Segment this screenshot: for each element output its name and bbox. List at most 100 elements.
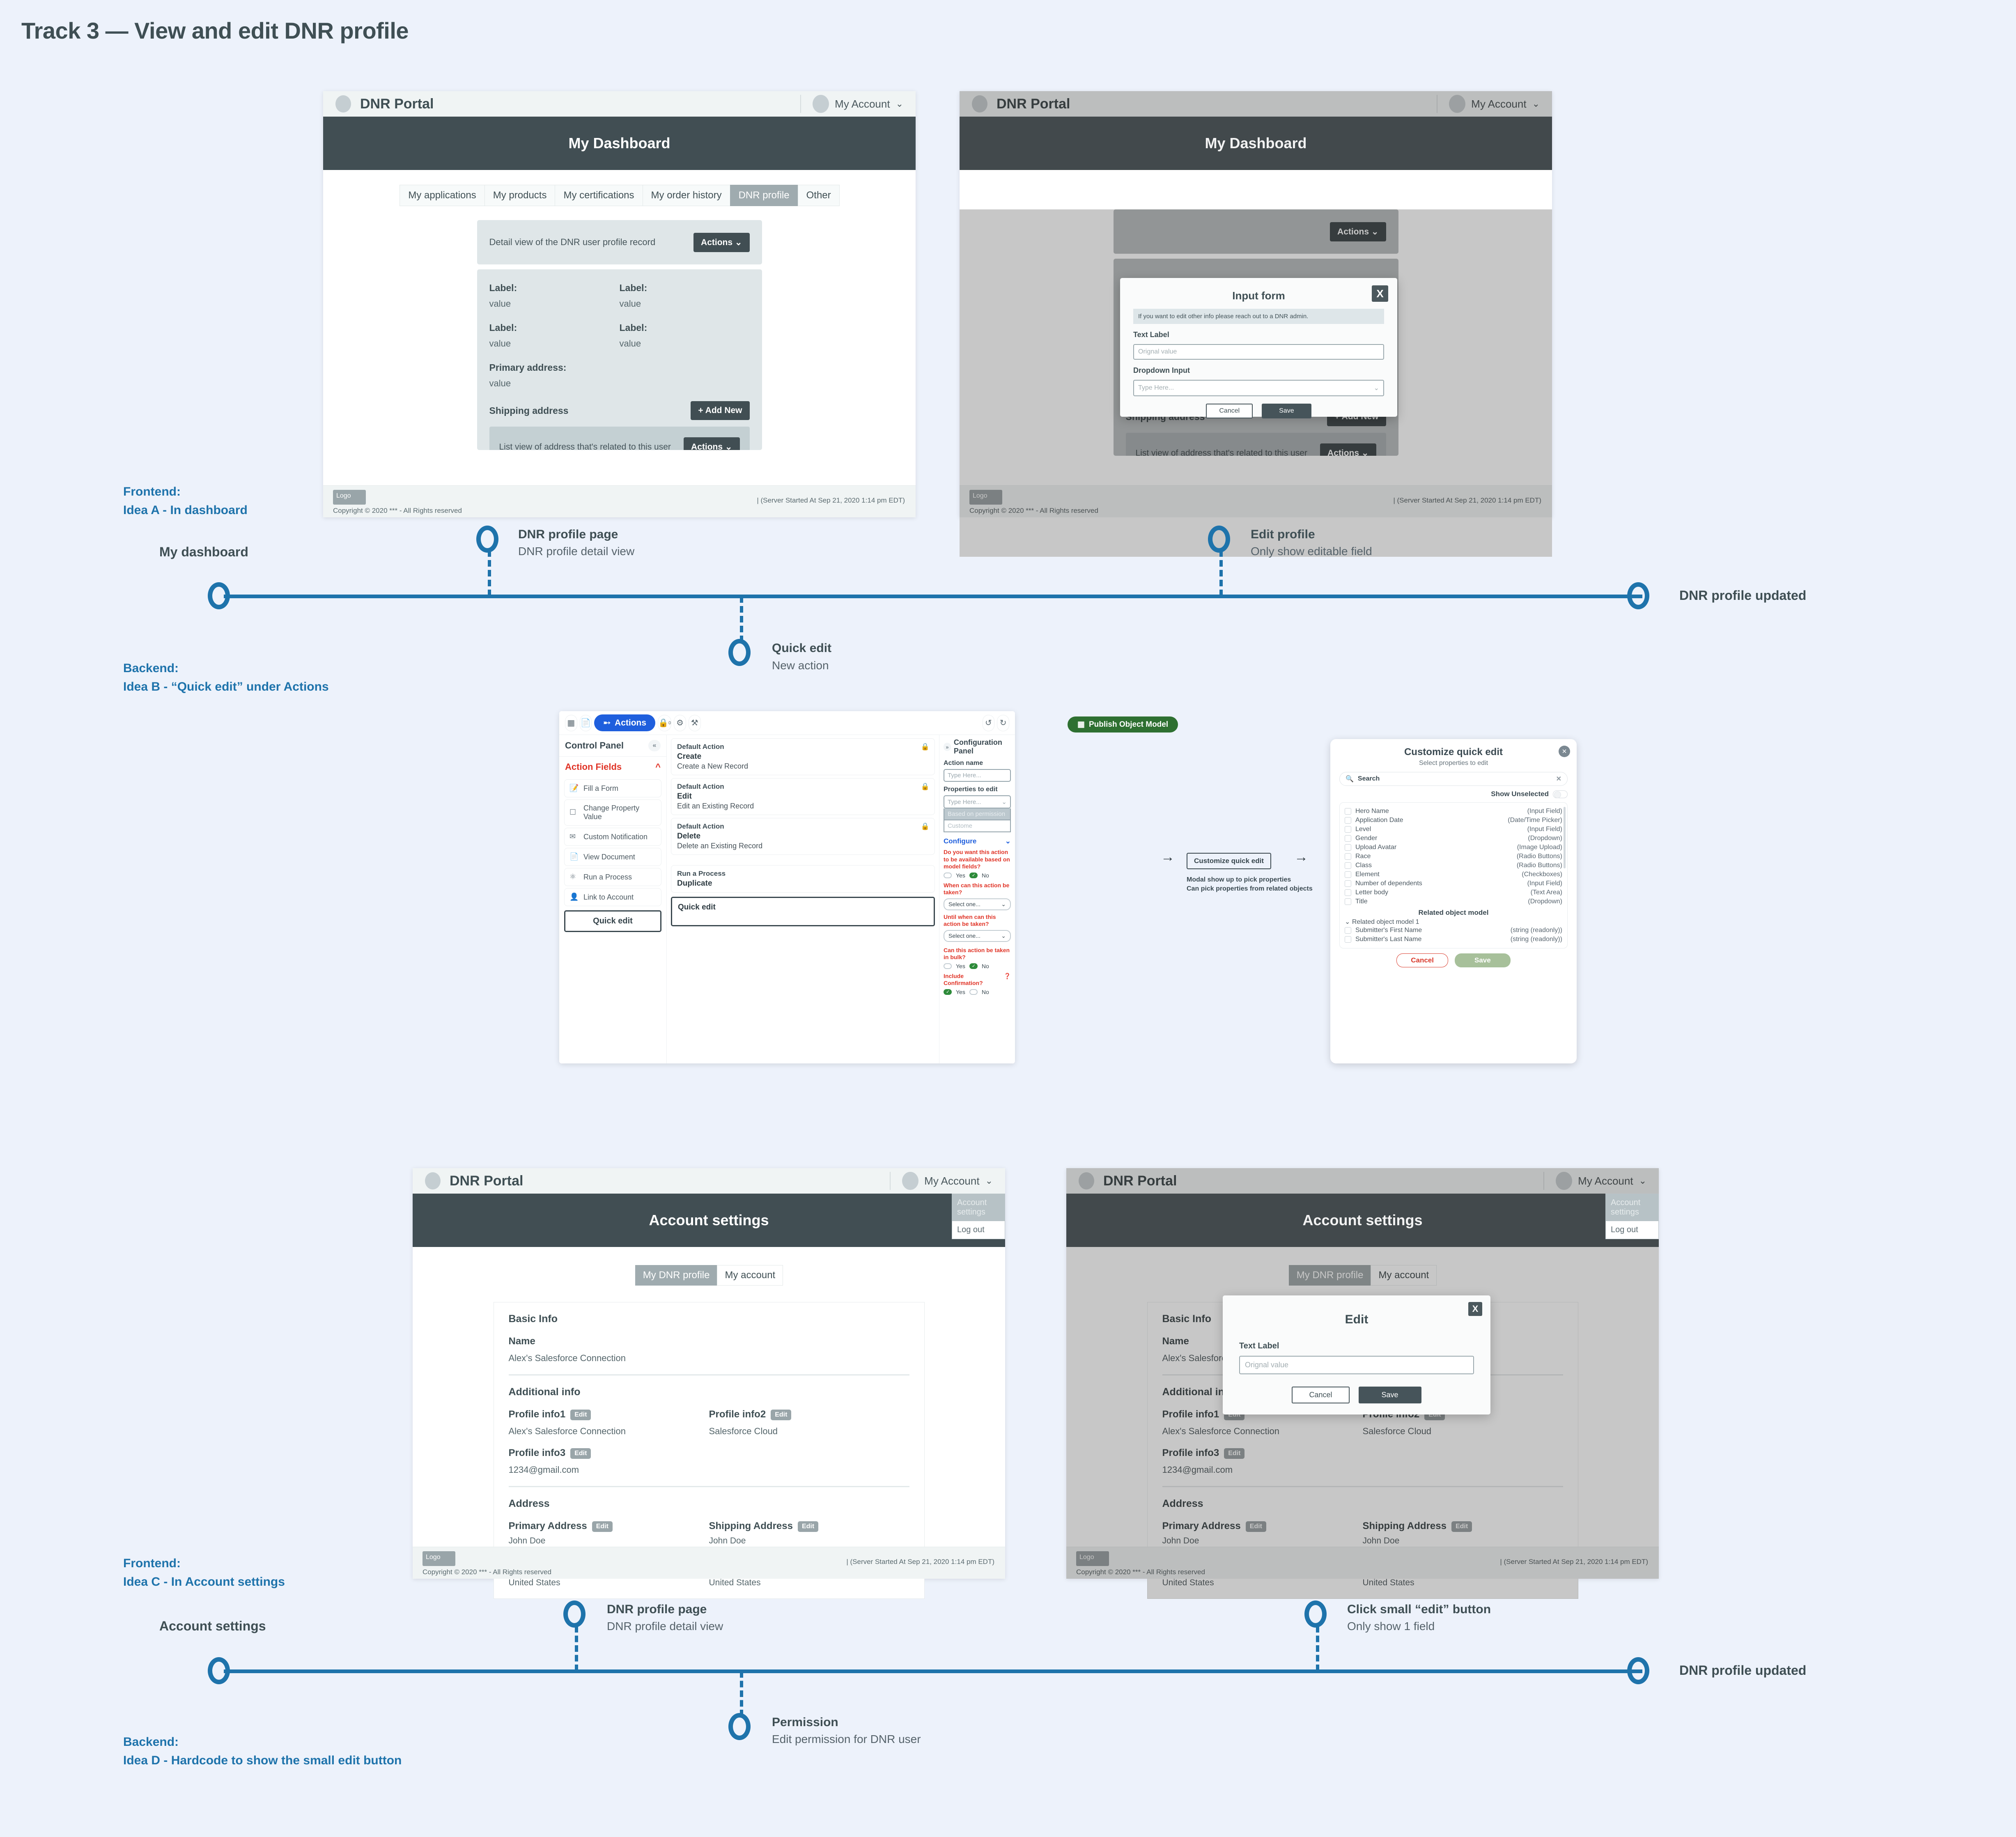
- redo-icon[interactable]: ↻: [997, 714, 1009, 731]
- actions-button[interactable]: Actions ⌄: [693, 232, 750, 252]
- tab-dnr-profile[interactable]: DNR profile: [730, 185, 798, 206]
- tab-my-applications[interactable]: My applications: [400, 185, 485, 206]
- action-field-run-a-process[interactable]: ⚛ Run a Process: [564, 868, 661, 886]
- collapse-right-icon[interactable]: »: [944, 743, 951, 751]
- menu-item-account-settings[interactable]: Account settings: [952, 1194, 1005, 1221]
- edit-button[interactable]: Edit: [771, 1409, 792, 1420]
- checkbox[interactable]: [1345, 889, 1351, 896]
- save-button[interactable]: Save: [1455, 953, 1511, 967]
- action-card-edit[interactable]: 🔒 Default Action Edit Edit an Existing R…: [671, 778, 935, 815]
- checkbox[interactable]: [1345, 862, 1351, 869]
- tab-my-order-history[interactable]: My order history: [642, 185, 730, 206]
- clear-search-icon[interactable]: ✕: [1556, 775, 1561, 783]
- gear-icon[interactable]: ⚙: [674, 714, 686, 731]
- undo-icon[interactable]: ↺: [982, 714, 995, 731]
- text-input[interactable]: Orignal value: [1133, 344, 1384, 360]
- properties-option-custome[interactable]: Custome: [944, 820, 1011, 832]
- show-unselected-toggle[interactable]: [1553, 790, 1568, 798]
- edit-button[interactable]: Edit: [1245, 1521, 1266, 1532]
- menu-item-account-settings[interactable]: Account settings: [1606, 1194, 1658, 1221]
- checkbox[interactable]: [1345, 844, 1351, 851]
- tab-my-certifications[interactable]: My certifications: [555, 185, 643, 206]
- edit-button[interactable]: Edit: [592, 1521, 613, 1532]
- action-field-view-document[interactable]: 📄 View Document: [564, 848, 661, 866]
- layout-icon[interactable]: ▦: [565, 714, 577, 731]
- dropdown-input[interactable]: Type Here... ⌄: [1133, 380, 1384, 396]
- cancel-button[interactable]: Cancel: [1206, 404, 1253, 418]
- collapse-left-icon[interactable]: «: [648, 740, 661, 751]
- action-card-delete[interactable]: 🔒 Default Action Delete Delete an Existi…: [671, 818, 935, 855]
- radio-q4-no[interactable]: [969, 963, 978, 969]
- customize-quick-edit-button[interactable]: Customize quick edit: [1187, 853, 1272, 869]
- account-menu-trigger[interactable]: My Account ⌄: [1543, 1172, 1646, 1190]
- action-field-change-property-value[interactable]: ☐ Change Property Value: [564, 799, 661, 826]
- tab-my-products[interactable]: My products: [484, 185, 556, 206]
- action-card-quick-edit[interactable]: Quick edit: [671, 897, 935, 926]
- config-select-2[interactable]: Select one... ⌄: [944, 898, 1011, 910]
- tab-actions[interactable]: ➸ Actions: [594, 714, 656, 731]
- tab-other[interactable]: Other: [797, 185, 840, 206]
- account-menu-trigger[interactable]: My Account ⌄: [1437, 95, 1540, 113]
- checkbox[interactable]: [1345, 927, 1351, 934]
- radio-q4-yes[interactable]: [944, 963, 952, 969]
- text-input[interactable]: Orignal value: [1239, 1356, 1474, 1374]
- radio-q5-no[interactable]: [969, 989, 978, 995]
- cancel-button[interactable]: Cancel: [1292, 1387, 1350, 1403]
- close-icon[interactable]: ✕: [1559, 746, 1570, 757]
- help-icon[interactable]: ❓: [1004, 973, 1011, 987]
- publish-object-model-button[interactable]: ▦ Publish Object Model: [1068, 716, 1178, 733]
- copy-icon[interactable]: 📄: [579, 714, 592, 731]
- cancel-button[interactable]: Cancel: [1396, 953, 1449, 967]
- action-field-fill-a-form[interactable]: 📝 Fill a Form: [564, 779, 661, 797]
- actions-button[interactable]: Actions ⌄: [1320, 443, 1376, 456]
- edit-button[interactable]: Edit: [797, 1521, 819, 1532]
- menu-item-log-out[interactable]: Log out: [952, 1221, 1005, 1239]
- action-name-input[interactable]: Type Here...: [944, 769, 1011, 782]
- action-card-duplicate[interactable]: Run a Process Duplicate: [671, 865, 935, 893]
- quick-edit-chip[interactable]: Quick edit: [564, 910, 661, 932]
- properties-option-based-on-permission[interactable]: Based on permission: [944, 808, 1011, 820]
- segment-my-account[interactable]: My account: [717, 1265, 783, 1286]
- actions-button[interactable]: Actions ⌄: [1330, 222, 1386, 241]
- config-select-3[interactable]: Select one... ⌄: [944, 930, 1011, 942]
- checkbox[interactable]: [1345, 817, 1351, 824]
- action-field-custom-notification[interactable]: ✉ Custom Notification: [564, 828, 661, 846]
- segment-my-dnr-profile[interactable]: My DNR profile: [1288, 1265, 1371, 1286]
- tools-icon[interactable]: ⚒: [688, 714, 701, 731]
- checkbox[interactable]: [1345, 880, 1351, 887]
- lock-icon[interactable]: 🔒 0: [658, 714, 672, 731]
- action-card-create[interactable]: 🔒 Default Action Create Create a New Rec…: [671, 738, 935, 775]
- radio-q5-yes[interactable]: [944, 989, 952, 995]
- checkbox[interactable]: [1345, 826, 1351, 833]
- configure-section-toggle[interactable]: Configure ⌄: [944, 837, 1011, 845]
- action-field-link-to-account[interactable]: 👤 Link to Account: [564, 888, 661, 906]
- scrollbar[interactable]: [1564, 807, 1566, 868]
- segment-my-account[interactable]: My account: [1371, 1265, 1437, 1286]
- properties-to-edit-select[interactable]: Type Here... ⌄: [944, 795, 1011, 808]
- edit-button[interactable]: Edit: [1451, 1521, 1472, 1532]
- related-object-group[interactable]: ⌄ Related object model 1: [1345, 918, 1562, 926]
- search-input[interactable]: 🔍 Search ✕: [1339, 772, 1568, 786]
- menu-item-log-out[interactable]: Log out: [1606, 1221, 1658, 1239]
- checkbox[interactable]: [1345, 936, 1351, 943]
- checkbox[interactable]: [1345, 898, 1351, 905]
- checkbox[interactable]: [1345, 871, 1351, 878]
- save-button[interactable]: Save: [1358, 1387, 1421, 1403]
- radio-q1-yes[interactable]: [944, 872, 952, 878]
- checkbox[interactable]: [1345, 853, 1351, 860]
- edit-button[interactable]: Edit: [570, 1409, 591, 1420]
- checkbox[interactable]: [1345, 835, 1351, 842]
- actions-button[interactable]: Actions ⌄: [684, 437, 740, 450]
- account-menu-trigger[interactable]: My Account ⌄: [800, 95, 903, 113]
- segment-my-dnr-profile[interactable]: My DNR profile: [635, 1265, 718, 1286]
- close-icon[interactable]: X: [1372, 285, 1388, 302]
- close-icon[interactable]: X: [1468, 1302, 1482, 1316]
- edit-button[interactable]: Edit: [1224, 1448, 1245, 1459]
- add-new-button[interactable]: + Add New: [691, 401, 750, 420]
- chevron-up-icon[interactable]: ^: [655, 762, 661, 772]
- account-menu-trigger[interactable]: My Account ⌄: [890, 1172, 993, 1190]
- edit-button[interactable]: Edit: [570, 1448, 591, 1459]
- save-button[interactable]: Save: [1262, 404, 1311, 418]
- checkbox[interactable]: [1345, 808, 1351, 815]
- radio-q1-no[interactable]: [969, 872, 978, 878]
